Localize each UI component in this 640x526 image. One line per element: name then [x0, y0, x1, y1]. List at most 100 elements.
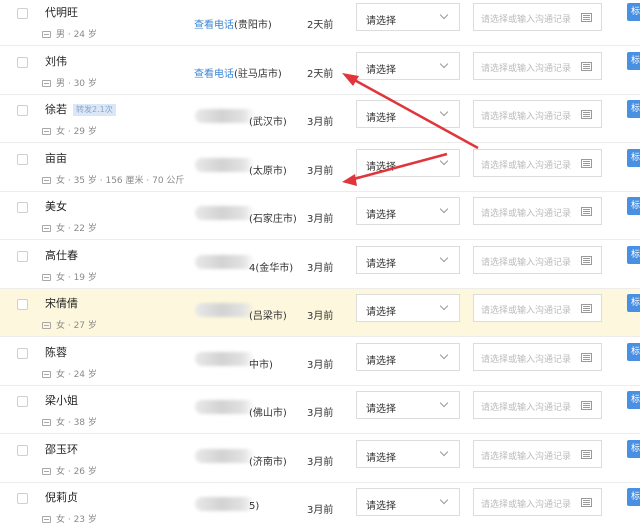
- row-checkbox[interactable]: [17, 299, 28, 310]
- mark-button[interactable]: 标: [627, 197, 640, 215]
- status-select[interactable]: 请选择: [356, 51, 460, 80]
- chevron-down-icon: [439, 447, 449, 456]
- id-card-icon: [42, 128, 51, 135]
- chevron-down-icon: [439, 301, 449, 311]
- notes-icon[interactable]: [581, 110, 592, 119]
- table-row[interactable]: 刘伟男 · 30 岁 查看电话(驻马店市) 2天前 请选择 请选择或输入沟通记录 标: [0, 47, 640, 95]
- mark-button[interactable]: 标: [627, 100, 640, 118]
- time-label: 3月前: [307, 311, 334, 322]
- mark-button[interactable]: 标: [627, 245, 640, 264]
- record-input[interactable]: 请选择或输入沟通记录: [473, 294, 602, 322]
- chevron-down-icon: [439, 59, 449, 68]
- row-checkbox[interactable]: [17, 202, 28, 213]
- status-select[interactable]: 请选择: [356, 100, 460, 128]
- mark-button[interactable]: 标: [627, 439, 640, 458]
- notes-icon[interactable]: [581, 498, 592, 507]
- row-checkbox[interactable]: [17, 493, 28, 504]
- contact-name: 梁小姐: [45, 392, 78, 408]
- table-row[interactable]: 徐若 转发2.1次女 · 29 岁 (武汉市) 3月前 请选择 请选择或输入沟通记录 标: [0, 95, 640, 143]
- row-checkbox[interactable]: [17, 8, 28, 19]
- contact-meta: 女 · 38 岁: [42, 415, 97, 428]
- mark-button[interactable]: 标: [627, 391, 640, 409]
- status-select[interactable]: 请选择: [356, 3, 460, 31]
- record-placeholder: 请选择或输入沟通记录: [481, 354, 572, 365]
- contact-name: 倪莉贞: [45, 489, 78, 505]
- time-label: 3月前: [307, 214, 334, 225]
- status-select[interactable]: 请选择: [356, 391, 460, 419]
- status-select[interactable]: 请选择: [356, 439, 460, 468]
- id-card-icon: [42, 322, 51, 329]
- contact-name: 宋倩倩: [45, 295, 78, 311]
- row-checkbox[interactable]: [17, 153, 28, 165]
- notes-icon[interactable]: [581, 304, 592, 313]
- table-row[interactable]: 梁小姐女 · 38 岁 (佛山市) 3月前 请选择 请选择或输入沟通记录 标: [0, 386, 640, 434]
- row-checkbox[interactable]: [17, 347, 28, 359]
- notes-icon[interactable]: [581, 449, 592, 459]
- status-select[interactable]: 请选择: [356, 488, 460, 516]
- record-input[interactable]: 请选择或输入沟通记录: [473, 342, 602, 371]
- table-row[interactable]: 代明旺男 · 24 岁 查看电话(贵阳市) 2天前 请选择 请选择或输入沟通记录 标: [0, 0, 640, 46]
- mark-button[interactable]: 标: [627, 342, 640, 361]
- record-input[interactable]: 请选择或输入沟通记录: [473, 100, 602, 128]
- status-select[interactable]: 请选择: [356, 148, 460, 177]
- record-input[interactable]: 请选择或输入沟通记录: [473, 3, 602, 31]
- table-row[interactable]: 高仕春女 · 19 岁 4(金华市) 3月前 请选择 请选择或输入沟通记录 标: [0, 241, 640, 289]
- table-row[interactable]: 陈蓉女 · 24 岁 中市) 3月前 请选择 请选择或输入沟通记录 标: [0, 338, 640, 386]
- chevron-down-icon: [439, 398, 449, 408]
- table-row[interactable]: 倪莉贞女 · 23 岁 5) 3月前 请选择 请选择或输入沟通记录 标: [0, 483, 640, 526]
- row-checkbox[interactable]: [17, 105, 28, 116]
- notes-icon[interactable]: [581, 352, 592, 362]
- record-input[interactable]: 请选择或输入沟通记录: [473, 391, 602, 419]
- record-placeholder: 请选择或输入沟通记录: [481, 209, 572, 219]
- record-placeholder: 请选择或输入沟通记录: [481, 306, 572, 316]
- row-checkbox[interactable]: [17, 56, 28, 68]
- record-input[interactable]: 请选择或输入沟通记录: [473, 245, 602, 274]
- table-row[interactable]: 宋倩倩女 · 27 岁 (吕梁市) 3月前 请选择 请选择或输入沟通记录 标: [0, 289, 640, 337]
- status-select[interactable]: 请选择: [356, 245, 460, 274]
- view-phone-link[interactable]: 查看电话: [194, 69, 234, 80]
- meta-text: 女 · 23 岁: [56, 515, 97, 525]
- record-input[interactable]: 请选择或输入沟通记录: [473, 51, 602, 80]
- record-input[interactable]: 请选择或输入沟通记录: [473, 439, 602, 468]
- record-placeholder: 请选择或输入沟通记录: [481, 500, 572, 510]
- status-select[interactable]: 请选择: [356, 197, 460, 225]
- mark-button[interactable]: 标: [627, 148, 640, 167]
- blurred-phone: [195, 400, 255, 414]
- time-label: 3月前: [307, 408, 334, 419]
- city-label: 5): [249, 501, 260, 512]
- view-phone-link[interactable]: 查看电话: [194, 20, 234, 31]
- id-card-icon: [42, 176, 51, 184]
- table-row[interactable]: 亩亩女 · 35 岁 · 156 厘米 · 70 公斤 (太原市) 3月前 请选择 请选…: [0, 144, 640, 192]
- record-input[interactable]: 请选择或输入沟通记录: [473, 488, 602, 516]
- record-input[interactable]: 请选择或输入沟通记录: [473, 197, 602, 225]
- record-placeholder: 请选择或输入沟通记录: [481, 257, 572, 268]
- chevron-down-icon: [439, 350, 449, 359]
- status-select[interactable]: 请选择: [356, 342, 460, 371]
- mark-button[interactable]: 标: [627, 294, 640, 312]
- notes-icon[interactable]: [581, 13, 592, 22]
- row-checkbox[interactable]: [17, 444, 28, 456]
- row-checkbox[interactable]: [17, 250, 28, 262]
- select-placeholder: 请选择: [366, 307, 396, 318]
- notes-icon[interactable]: [581, 158, 592, 168]
- mark-button[interactable]: 标: [627, 3, 640, 21]
- contact-list: 代明旺男 · 24 岁查看电话(贵阳市) 2天前 请选择 请选择或输入沟通记录标刘伟男…: [0, 0, 640, 526]
- row-checkbox[interactable]: [17, 396, 28, 407]
- meta-text: 男 · 30 岁: [56, 78, 97, 89]
- record-placeholder: 请选择或输入沟通记录: [481, 403, 572, 413]
- notes-icon[interactable]: [581, 207, 592, 216]
- notes-icon[interactable]: [581, 255, 592, 265]
- table-row[interactable]: 美女女 · 22 岁 (石家庄市) 3月前 请选择 请选择或输入沟通记录 标: [0, 192, 640, 240]
- mark-button[interactable]: 标: [627, 488, 640, 506]
- city-label: (济南市): [249, 456, 287, 468]
- status-select[interactable]: 请选择: [356, 294, 460, 322]
- contact-meta: 女 · 22 岁: [42, 221, 97, 234]
- notes-icon[interactable]: [581, 61, 592, 71]
- record-input[interactable]: 请选择或输入沟通记录: [473, 148, 602, 177]
- city-label: (佛山市): [249, 408, 287, 419]
- mark-button[interactable]: 标: [627, 51, 640, 70]
- name-text: 亩亩: [45, 151, 67, 165]
- id-card-icon: [42, 79, 51, 87]
- notes-icon[interactable]: [581, 401, 592, 410]
- table-row[interactable]: 邵玉环女 · 26 岁 (济南市) 3月前 请选择 请选择或输入沟通记录 标: [0, 435, 640, 483]
